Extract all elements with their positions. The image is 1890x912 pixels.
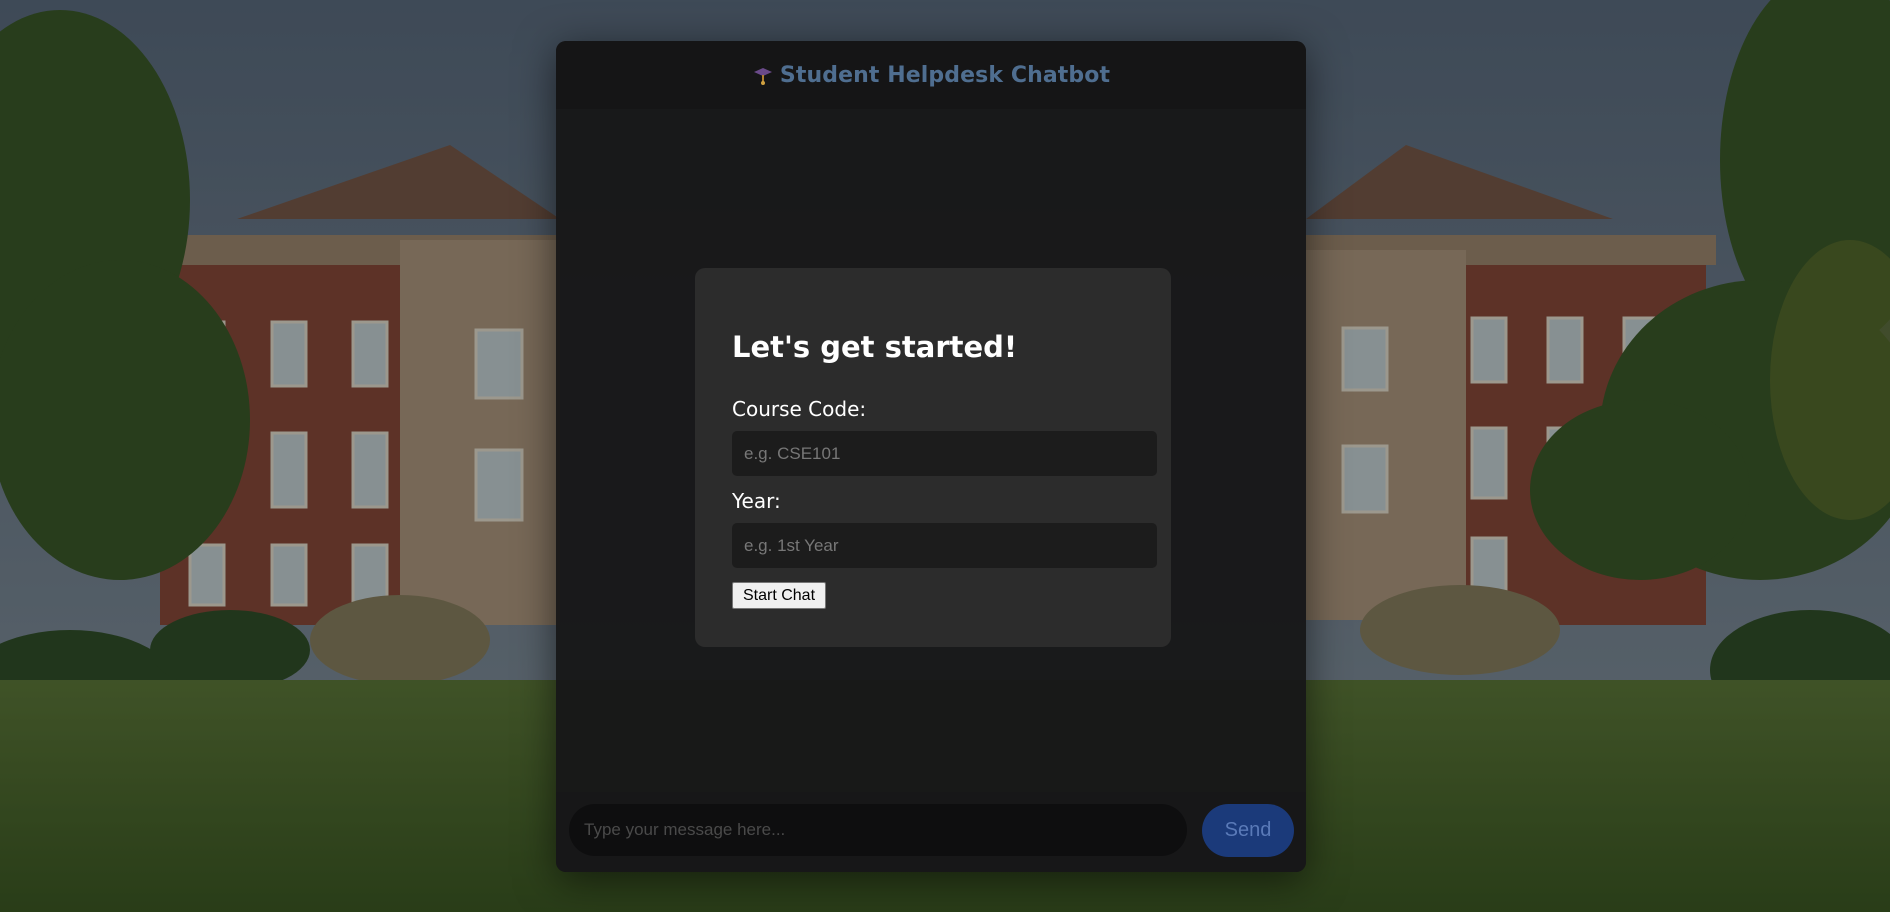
start-chat-button[interactable]: Start Chat — [732, 582, 826, 609]
course-code-input[interactable] — [732, 431, 1157, 476]
page-title: Student Helpdesk Chatbot — [779, 62, 1111, 88]
start-modal: Let's get started! Course Code: Year: St… — [695, 268, 1171, 647]
message-input[interactable] — [569, 804, 1187, 856]
course-code-label: Course Code: — [732, 397, 867, 421]
graduation-icon — [752, 64, 774, 86]
year-label: Year: — [732, 489, 781, 513]
year-input[interactable] — [732, 523, 1157, 568]
modal-heading: Let's get started! — [732, 330, 1018, 364]
chat-header: Student Helpdesk Chatbot — [556, 41, 1306, 109]
message-composer: Send — [556, 792, 1306, 872]
send-button[interactable]: Send — [1202, 804, 1294, 857]
